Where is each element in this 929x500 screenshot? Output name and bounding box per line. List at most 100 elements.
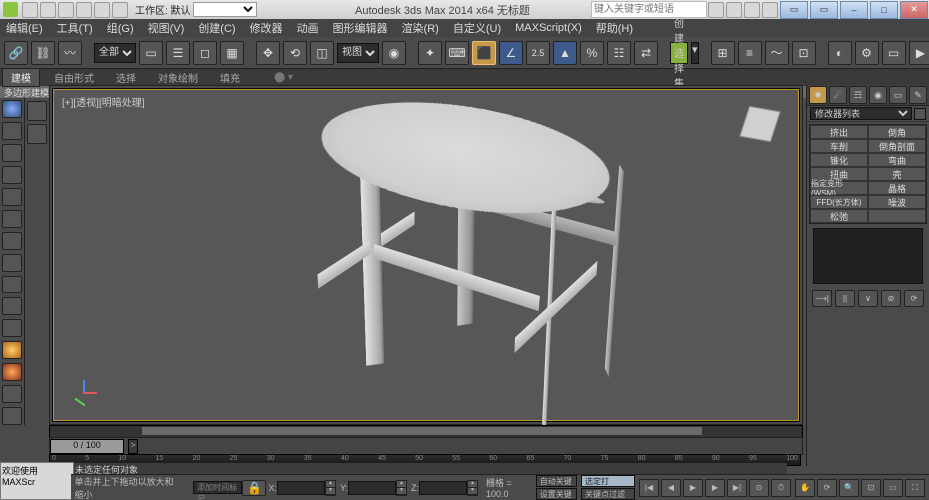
help-icon[interactable]: [762, 2, 778, 18]
bind-icon[interactable]: 〰: [58, 41, 82, 65]
orange-sphere-icon[interactable]: [2, 341, 22, 359]
goto-end-icon[interactable]: ▶|: [727, 479, 747, 497]
selection-set-combo[interactable]: 创建选择集: [670, 42, 688, 64]
mod-empty[interactable]: [868, 209, 926, 223]
select-rect-icon[interactable]: ◻: [193, 41, 217, 65]
y-spinner[interactable]: ▲▼: [396, 480, 407, 496]
tab-freeform[interactable]: 自由形式: [46, 69, 102, 86]
select-name-icon[interactable]: ☰: [166, 41, 190, 65]
render-setup-icon[interactable]: ⚙: [855, 41, 879, 65]
play-icon[interactable]: ▶: [683, 479, 703, 497]
mod-shell[interactable]: 壳: [868, 167, 926, 181]
tool-a3-icon[interactable]: [2, 144, 22, 162]
mod-chamferprof[interactable]: 倒角剖面: [868, 139, 926, 153]
autokey-button[interactable]: 自动关键点: [536, 475, 577, 487]
menu-render[interactable]: 渲染(R): [402, 20, 439, 36]
key-mode-icon[interactable]: ⊙: [749, 479, 769, 497]
mod-extrude[interactable]: 挤出: [810, 125, 868, 139]
lock-selection-icon[interactable]: 🔒: [242, 480, 266, 496]
menu-help[interactable]: 帮助(H): [596, 20, 633, 36]
link-icon[interactable]: 🔗: [4, 41, 28, 65]
tool-a14-icon[interactable]: [2, 385, 22, 403]
menu-grapheditor[interactable]: 图形编辑器: [333, 20, 388, 36]
time-slider[interactable]: 0 / 100 >: [49, 437, 803, 455]
help-dropdown-icon[interactable]: [726, 2, 742, 18]
angle-snap-icon[interactable]: ∠: [499, 41, 523, 65]
qat-new-icon[interactable]: [22, 2, 38, 18]
mod-chamfer[interactable]: 倒角: [868, 125, 926, 139]
window-crossing-icon[interactable]: ▦: [220, 41, 244, 65]
tab-modeling[interactable]: 建模: [2, 68, 40, 87]
display-tab-icon[interactable]: ▭: [889, 86, 907, 104]
rotate-icon[interactable]: ⟲: [283, 41, 307, 65]
search-input[interactable]: [591, 1, 707, 18]
menu-animation[interactable]: 动画: [297, 20, 319, 36]
zoom-icon[interactable]: 🔍: [839, 479, 859, 497]
manipulate-icon[interactable]: ✦: [418, 41, 442, 65]
menu-customize[interactable]: 自定义(U): [453, 20, 501, 36]
pan-icon[interactable]: ✋: [795, 479, 815, 497]
tab-populate[interactable]: 填充: [212, 69, 248, 86]
viewport-inner[interactable]: [+][透视][明暗处理]: [53, 89, 799, 421]
maxscript-mini-listener[interactable]: 欢迎使用 MAXScr: [0, 462, 74, 500]
viewport[interactable]: [+][透视][明暗处理]: [49, 85, 803, 425]
selection-set-dropdown-icon[interactable]: ▾: [691, 42, 699, 64]
menu-create[interactable]: 创建(C): [198, 20, 235, 36]
tool-a9-icon[interactable]: [2, 276, 22, 294]
y-input[interactable]: [348, 481, 396, 495]
stack-remove-icon[interactable]: ⊘: [881, 290, 901, 307]
mod-wsm[interactable]: 指定变形 (WSM): [810, 181, 868, 195]
mod-relax[interactable]: 松弛: [810, 209, 868, 223]
snap-toggle-icon[interactable]: ⬛: [472, 41, 496, 65]
modifier-stack-preview[interactable]: [813, 228, 923, 284]
keyboard-shortcut-icon[interactable]: ⌨: [445, 41, 469, 65]
app-logo-icon[interactable]: [3, 2, 18, 17]
schematic-icon[interactable]: ⊡: [792, 41, 816, 65]
x-input[interactable]: [277, 481, 325, 495]
percent-snap-icon[interactable]: 2.5: [526, 41, 550, 65]
stack-show-icon[interactable]: ||: [835, 290, 855, 307]
modifier-pin-icon[interactable]: [914, 108, 926, 120]
time-slider-marker[interactable]: >: [128, 439, 138, 454]
tool-b2-icon[interactable]: [27, 124, 47, 144]
material-editor-icon[interactable]: ◐: [828, 41, 852, 65]
tool-a6-icon[interactable]: [2, 210, 22, 228]
select-icon[interactable]: ▭: [139, 41, 163, 65]
tab-objectpaint[interactable]: 对象绘制: [150, 69, 206, 86]
sun-icon[interactable]: [2, 363, 22, 381]
tool-a2-icon[interactable]: [2, 122, 22, 140]
qat-redo-icon[interactable]: [94, 2, 110, 18]
mod-bend[interactable]: 弯曲: [868, 153, 926, 167]
time-config-icon[interactable]: ⏱: [771, 479, 791, 497]
move-icon[interactable]: ✥: [256, 41, 280, 65]
refcoord-select[interactable]: 视图: [337, 43, 379, 63]
mod-ffd[interactable]: FFD(长方体): [810, 195, 868, 209]
tool-a8-icon[interactable]: [2, 254, 22, 272]
qat-open-icon[interactable]: [40, 2, 56, 18]
scale-icon[interactable]: ◫: [310, 41, 334, 65]
maximize-button[interactable]: □: [870, 1, 898, 19]
orbit-icon[interactable]: ⟳: [817, 479, 837, 497]
curve-editor-icon[interactable]: 〜: [765, 41, 789, 65]
unlink-icon[interactable]: ⛓: [31, 41, 55, 65]
menu-edit[interactable]: 编辑(E): [6, 20, 43, 36]
qat-link-icon[interactable]: [112, 2, 128, 18]
hierarchy-tab-icon[interactable]: ☶: [849, 86, 867, 104]
modify-tab-icon[interactable]: ☄: [829, 86, 847, 104]
workspace-select[interactable]: [193, 2, 257, 17]
selection-filter-select[interactable]: 全部: [94, 43, 136, 63]
mirror-icon[interactable]: ⇄: [634, 41, 658, 65]
menu-maxscript[interactable]: MAXScript(X): [515, 22, 582, 34]
qat-undo-icon[interactable]: [76, 2, 92, 18]
render-prod-icon[interactable]: ▶: [909, 41, 929, 65]
z-input[interactable]: [419, 481, 467, 495]
time-slider-knob[interactable]: 0 / 100: [50, 439, 124, 454]
search-icon[interactable]: [708, 2, 724, 18]
utilities-tab-icon[interactable]: ✎: [909, 86, 927, 104]
menu-group[interactable]: 组(G): [107, 20, 134, 36]
mod-noise[interactable]: 噪波: [868, 195, 926, 209]
key-selected-button[interactable]: 选定打: [581, 475, 635, 487]
next-frame-icon[interactable]: ▶: [705, 479, 725, 497]
hscroll-thumb[interactable]: [142, 427, 702, 435]
rendered-frame-icon[interactable]: ▭: [882, 41, 906, 65]
